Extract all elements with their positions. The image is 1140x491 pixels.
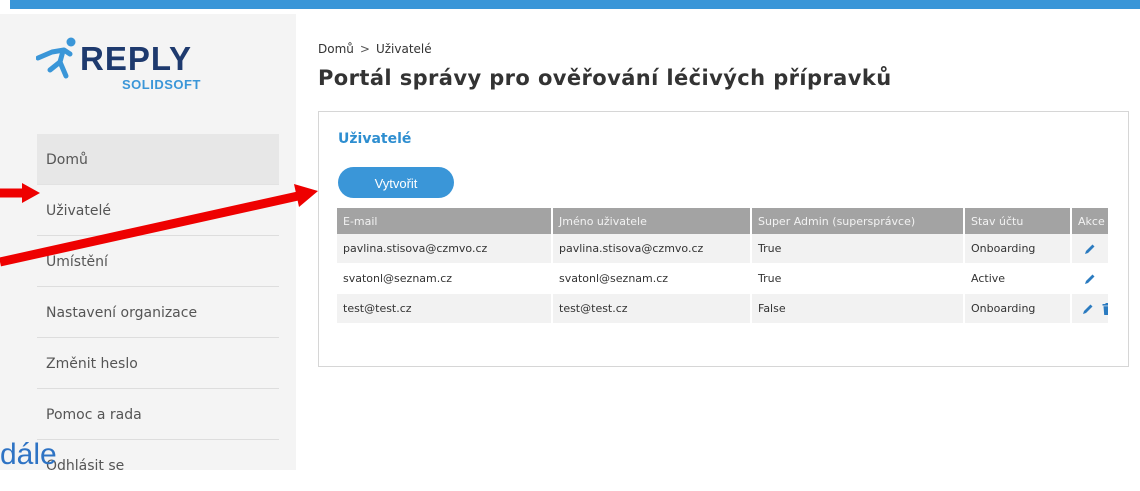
reply-solidsoft-logo[interactable]: REPLY SOLIDSOFT <box>36 36 236 106</box>
sidebar-item-help[interactable]: Pomoc a rada <box>37 389 279 440</box>
column-header-username[interactable]: Jméno uživatele <box>553 208 752 234</box>
overlay-next-text: dále <box>0 438 57 471</box>
cell-email: pavlina.stisova@czmvo.cz <box>337 234 553 264</box>
cell-username: svatonl@seznam.cz <box>553 264 752 294</box>
sidebar-item-locations[interactable]: Umístění <box>37 236 279 287</box>
cell-super-admin: False <box>752 294 965 324</box>
top-accent-stripe <box>10 0 1140 9</box>
page-title: Portál správy pro ověřování léčivých pří… <box>318 66 892 90</box>
cell-status: Active <box>965 264 1072 294</box>
users-table: E-mail Jméno uživatele Super Admin (supe… <box>337 208 1108 324</box>
sidebar-item-label: Domů <box>46 152 88 168</box>
top-accent-bar <box>0 0 1140 14</box>
sidebar-item-org-settings[interactable]: Nastavení organizace <box>37 287 279 338</box>
cell-status: Onboarding <box>965 234 1072 264</box>
sidebar-item-home[interactable]: Domů <box>37 134 279 185</box>
breadcrumb-home-link[interactable]: Domů <box>318 42 354 56</box>
sidebar: REPLY SOLIDSOFT Domů Uživatelé Umístění … <box>0 14 296 474</box>
sidebar-item-label: Uživatelé <box>46 203 111 219</box>
sidebar-item-change-password[interactable]: Změnit heslo <box>37 338 279 389</box>
cell-email: svatonl@seznam.cz <box>337 264 553 294</box>
edit-icon[interactable] <box>1084 243 1096 255</box>
sidebar-item-label: Pomoc a rada <box>46 407 142 423</box>
sidebar-item-users[interactable]: Uživatelé <box>37 185 279 236</box>
table-header-row: E-mail Jméno uživatele Super Admin (supe… <box>337 208 1108 234</box>
cell-actions <box>1072 294 1108 324</box>
table-row: svatonl@seznam.cz svatonl@seznam.cz True… <box>337 264 1108 294</box>
column-header-actions: Akce <box>1072 208 1108 234</box>
edit-icon[interactable] <box>1084 273 1096 285</box>
cell-username: pavlina.stisova@czmvo.cz <box>553 234 752 264</box>
cell-super-admin: True <box>752 264 965 294</box>
sidebar-item-label: Umístění <box>46 254 108 270</box>
sidebar-item-label: Odhlásit se <box>46 458 125 474</box>
create-button[interactable]: Vytvořit <box>338 167 454 198</box>
users-card: Uživatelé Vytvořit E-mail Jméno uživatel… <box>318 111 1129 367</box>
cell-actions <box>1072 264 1108 294</box>
sidebar-item-label: Nastavení organizace <box>46 305 198 321</box>
breadcrumb: Domů > Uživatelé <box>318 42 432 56</box>
cell-actions <box>1072 234 1108 264</box>
sidebar-item-label: Změnit heslo <box>46 356 138 372</box>
cell-status: Onboarding <box>965 294 1072 324</box>
table-row: pavlina.stisova@czmvo.cz pavlina.stisova… <box>337 234 1108 264</box>
logo-sub-text: SOLIDSOFT <box>122 77 201 92</box>
breadcrumb-current: Uživatelé <box>375 42 432 56</box>
column-header-email[interactable]: E-mail <box>337 208 553 234</box>
sidebar-nav: Domů Uživatelé Umístění Nastavení organi… <box>37 134 279 491</box>
trash-icon[interactable] <box>1102 303 1108 315</box>
card-title: Uživatelé <box>338 131 412 147</box>
cell-super-admin: True <box>752 234 965 264</box>
cell-username: test@test.cz <box>553 294 752 324</box>
runner-logo-icon <box>36 37 76 79</box>
cell-email: test@test.cz <box>337 294 553 324</box>
logo-brand-text: REPLY <box>80 40 192 77</box>
breadcrumb-separator-icon: > <box>359 42 370 56</box>
column-header-status[interactable]: Stav účtu <box>965 208 1072 234</box>
table-row: test@test.cz test@test.cz False Onboardi… <box>337 294 1108 324</box>
edit-icon[interactable] <box>1082 303 1094 315</box>
sidebar-item-logout[interactable]: Odhlásit se <box>37 440 279 491</box>
column-header-super-admin[interactable]: Super Admin (supersprávce) <box>752 208 965 234</box>
